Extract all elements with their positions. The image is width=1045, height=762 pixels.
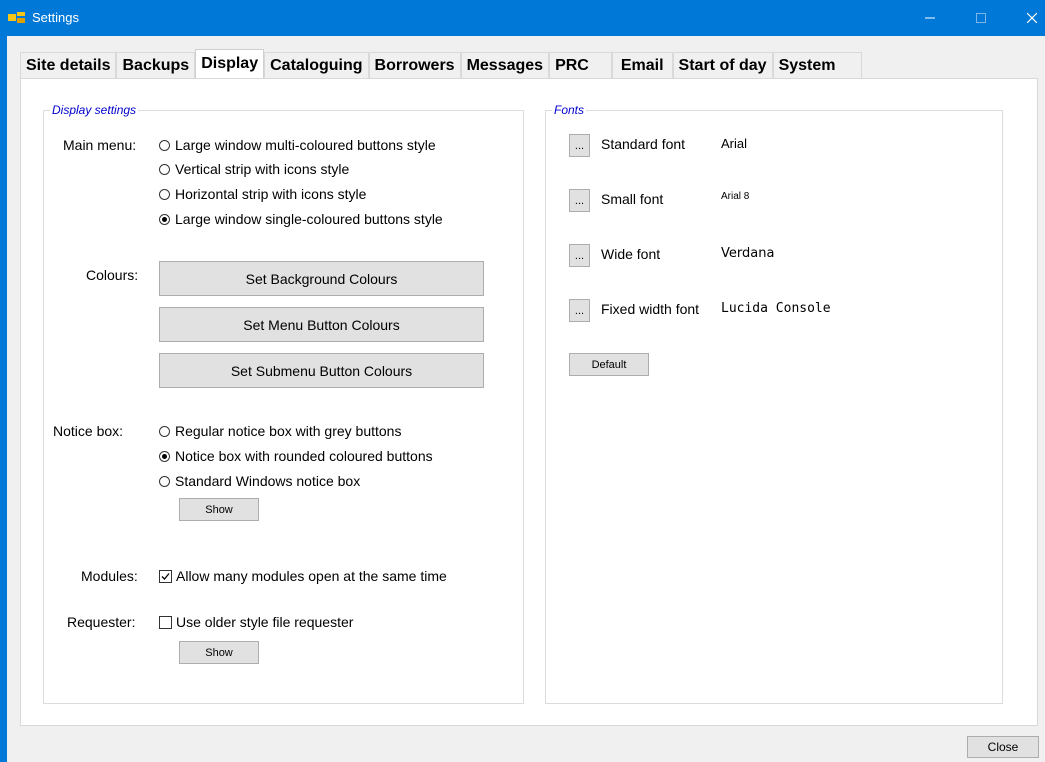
- fixed-width-font-value: Lucida Console: [721, 301, 831, 316]
- set-menu-button-colours-button[interactable]: Set Menu Button Colours: [159, 307, 484, 342]
- tab-backups[interactable]: Backups: [116, 52, 196, 78]
- tab-borrowers[interactable]: Borrowers: [368, 52, 461, 78]
- wide-font-value: Verdana: [721, 246, 775, 261]
- title-bar: Settings: [0, 0, 1045, 36]
- wide-font-label: Wide font: [601, 246, 661, 262]
- modules-label: Modules:: [81, 568, 138, 584]
- small-font-label: Small font: [601, 191, 664, 207]
- tab-strip: Site details Backups Display Cataloguing…: [20, 49, 863, 78]
- window-title: Settings: [32, 10, 79, 25]
- fixed-width-font-label: Fixed width font: [601, 301, 700, 317]
- display-settings-title: Display settings: [50, 103, 139, 117]
- requester-checkbox[interactable]: [159, 615, 172, 629]
- requester-label: Requester:: [67, 614, 136, 630]
- fonts-group: Fonts ... Standard font Arial ... Small …: [545, 103, 1003, 704]
- standard-font-value: Arial: [721, 136, 748, 151]
- radio-button-selected[interactable]: [159, 213, 170, 225]
- tab-email[interactable]: Email: [611, 52, 673, 78]
- main-menu-option-single-coloured[interactable]: Large window single-coloured buttons sty…: [159, 211, 443, 227]
- maximize-button[interactable]: [958, 0, 1004, 36]
- tab-display[interactable]: Display: [195, 49, 265, 78]
- small-font-value: Arial 8: [721, 191, 750, 202]
- radio-button[interactable]: [159, 188, 170, 200]
- tab-prc[interactable]: PRC: [549, 52, 612, 78]
- app-icon: [8, 12, 25, 23]
- minimize-button[interactable]: [907, 0, 953, 36]
- requester-show-button[interactable]: Show: [179, 641, 259, 664]
- fixed-width-font-browse-button[interactable]: ...: [569, 299, 590, 322]
- radio-button[interactable]: [159, 163, 170, 175]
- fonts-group-title: Fonts: [552, 103, 587, 117]
- colours-label: Colours:: [86, 267, 139, 283]
- notice-box-option-rounded[interactable]: Notice box with rounded coloured buttons: [159, 448, 433, 464]
- main-menu-label: Main menu:: [63, 137, 137, 153]
- radio-button[interactable]: [159, 425, 170, 437]
- requester-checkbox-option[interactable]: Use older style file requester: [159, 614, 353, 630]
- tab-cataloguing[interactable]: Cataloguing: [264, 52, 369, 78]
- notice-box-label: Notice box:: [53, 423, 124, 439]
- close-button[interactable]: Close: [967, 736, 1039, 758]
- main-menu-option-multicoloured[interactable]: Large window multi-coloured buttons styl…: [159, 137, 436, 153]
- radio-button[interactable]: [159, 139, 170, 151]
- standard-font-browse-button[interactable]: ...: [569, 134, 590, 157]
- maximize-icon: [976, 13, 986, 23]
- notice-box-option-regular[interactable]: Regular notice box with grey buttons: [159, 423, 401, 439]
- radio-button-selected[interactable]: [159, 450, 170, 462]
- standard-font-label: Standard font: [601, 136, 686, 152]
- minimize-icon: [925, 17, 935, 19]
- tab-site-details[interactable]: Site details: [20, 52, 117, 78]
- wide-font-browse-button[interactable]: ...: [569, 244, 590, 267]
- window-border: [0, 36, 7, 762]
- tab-system[interactable]: System: [772, 52, 863, 78]
- display-tab-panel: Display settings Main menu: Large window…: [20, 78, 1038, 726]
- close-window-button[interactable]: [1009, 0, 1045, 36]
- radio-button[interactable]: [159, 475, 170, 487]
- display-settings-group: Display settings Main menu: Large window…: [43, 103, 524, 704]
- notice-box-show-button[interactable]: Show: [179, 498, 259, 521]
- main-menu-option-horizontal-strip[interactable]: Horizontal strip with icons style: [159, 186, 366, 202]
- notice-box-option-standard[interactable]: Standard Windows notice box: [159, 473, 360, 489]
- main-menu-option-vertical-strip[interactable]: Vertical strip with icons style: [159, 161, 349, 177]
- checkmark-icon: [161, 572, 170, 580]
- small-font-browse-button[interactable]: ...: [569, 189, 590, 212]
- set-submenu-button-colours-button[interactable]: Set Submenu Button Colours: [159, 353, 484, 388]
- modules-checkbox[interactable]: [159, 569, 172, 583]
- default-fonts-button[interactable]: Default: [569, 353, 649, 376]
- tab-messages[interactable]: Messages: [460, 52, 550, 78]
- tab-start-of-day[interactable]: Start of day: [672, 52, 773, 78]
- modules-checkbox-option[interactable]: Allow many modules open at the same time: [159, 568, 447, 584]
- set-background-colours-button[interactable]: Set Background Colours: [159, 261, 484, 296]
- close-icon: [1027, 13, 1037, 23]
